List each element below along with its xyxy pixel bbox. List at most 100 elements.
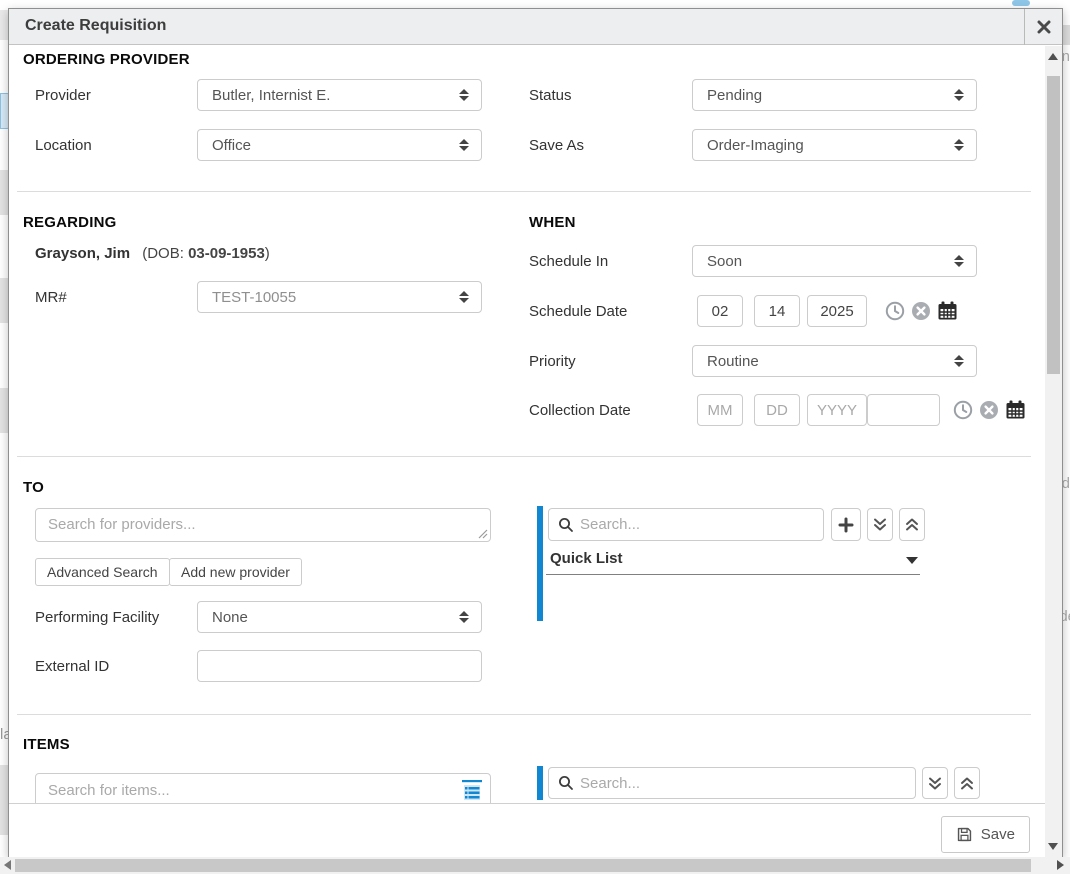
schedule-date-day-input[interactable] [754,295,800,327]
background-fragment [0,170,8,215]
external-id-input[interactable] [197,650,482,682]
modal-body: ORDERING PROVIDER Provider Butler, Inter… [9,46,1045,803]
priority-select-value: Routine [707,353,759,370]
modal-title: Create Requisition [25,17,166,35]
items-panel-search-box [548,767,916,799]
panel-accent-bar [537,766,543,800]
schedule-date-clear-icon[interactable] [911,301,931,321]
location-select[interactable]: Office [197,129,482,161]
mr-select[interactable]: TEST-10055 [197,281,482,313]
save-as-select-value: Order-Imaging [707,137,804,154]
priority-select[interactable]: Routine [692,345,977,377]
provider-select[interactable]: Butler, Internist E. [197,79,482,111]
status-select[interactable]: Pending [692,79,977,111]
patient-name: Grayson, Jim [35,245,130,262]
mr-label: MR# [35,289,67,306]
schedule-date-month-input[interactable] [697,295,743,327]
schedule-date-calendar-icon[interactable] [937,300,957,320]
double-chevron-down-icon [928,776,942,791]
plus-icon [838,517,854,533]
collection-date-label: Collection Date [529,402,631,419]
collection-date-day-input[interactable] [754,394,800,426]
schedule-in-select-value: Soon [707,253,742,270]
collection-date-clear-icon[interactable] [979,400,999,420]
modal-footer: Save [9,803,1045,858]
items-heading: ITEMS [23,736,70,753]
save-button[interactable]: Save [941,816,1030,853]
double-chevron-down-icon [873,517,887,532]
scroll-down-arrow-icon[interactable] [1048,843,1058,850]
add-new-provider-button[interactable]: Add new provider [169,558,302,586]
select-arrows-icon [954,89,964,101]
items-search-input[interactable] [48,782,460,799]
quick-list-dropdown[interactable]: Quick List [546,550,920,574]
schedule-date-label: Schedule Date [529,303,627,320]
caret-down-icon [906,557,918,564]
add-to-quick-list-button[interactable] [831,508,861,541]
background-fragment [0,765,8,835]
schedule-in-select[interactable]: Soon [692,245,977,277]
to-panel-search-box [548,508,824,541]
performing-facility-label: Performing Facility [35,609,159,626]
save-as-select[interactable]: Order-Imaging [692,129,977,161]
collection-date-month-input[interactable] [697,394,743,426]
section-divider [17,714,1031,715]
save-button-label: Save [981,826,1015,843]
collection-date-year-input[interactable] [807,394,867,426]
to-panel-search-input[interactable] [580,516,823,533]
horizontal-scrollbar-thumb[interactable] [15,859,1031,872]
resize-handle-icon[interactable] [478,529,488,539]
location-label: Location [35,137,92,154]
double-chevron-up-icon [960,776,974,791]
vertical-scrollbar-thumb[interactable] [1047,76,1060,374]
search-icon [558,517,574,533]
advanced-search-button[interactable]: Advanced Search [35,558,170,586]
scroll-right-arrow-icon[interactable] [1057,860,1064,870]
section-divider [17,456,1031,457]
close-icon [1037,20,1051,34]
quick-list-label: Quick List [550,550,623,567]
collapse-all-button[interactable] [899,508,925,541]
double-chevron-up-icon [905,517,919,532]
items-collapse-all-button[interactable] [954,767,980,799]
item-list-icon[interactable] [460,779,484,801]
expand-all-button[interactable] [867,508,893,541]
collection-date-calendar-icon[interactable] [1005,399,1025,419]
status-select-value: Pending [707,87,762,104]
location-select-value: Office [212,137,251,154]
quick-list-underline [546,574,920,575]
performing-facility-select[interactable]: None [197,601,482,633]
collection-time-input[interactable] [867,394,940,426]
schedule-in-label: Schedule In [529,253,608,270]
schedule-date-clock-icon[interactable] [885,301,905,321]
provider-search-textarea[interactable] [36,509,490,541]
scroll-up-arrow-icon[interactable] [1048,53,1058,60]
select-arrows-icon [954,139,964,151]
vertical-scrollbar[interactable] [1045,46,1062,857]
background-fragment [0,388,8,433]
provider-select-value: Butler, Internist E. [212,87,330,104]
close-button[interactable] [1024,9,1062,45]
schedule-date-year-input[interactable] [807,295,867,327]
section-divider [17,191,1031,192]
performing-facility-select-value: None [212,609,248,626]
to-heading: TO [23,479,44,496]
items-search-box [35,773,491,803]
save-icon [956,826,973,843]
create-requisition-modal: Create Requisition ORDERING PROVIDER Pro… [8,8,1063,857]
background-fragment [1012,0,1030,6]
status-label: Status [529,87,572,104]
save-as-label: Save As [529,137,584,154]
dob-value: 03-09-1953 [188,245,265,262]
select-arrows-icon [459,89,469,101]
search-icon [558,775,574,791]
scroll-left-arrow-icon[interactable] [4,860,11,870]
background-fragment [1063,25,1070,45]
items-panel-search-input[interactable] [580,775,915,792]
dob-suffix: ) [265,245,270,262]
collection-date-clock-icon[interactable] [953,400,973,420]
dob-prefix: (DOB: [142,245,188,262]
horizontal-scrollbar[interactable] [0,857,1070,874]
provider-search-box [35,508,491,542]
items-expand-all-button[interactable] [922,767,948,799]
